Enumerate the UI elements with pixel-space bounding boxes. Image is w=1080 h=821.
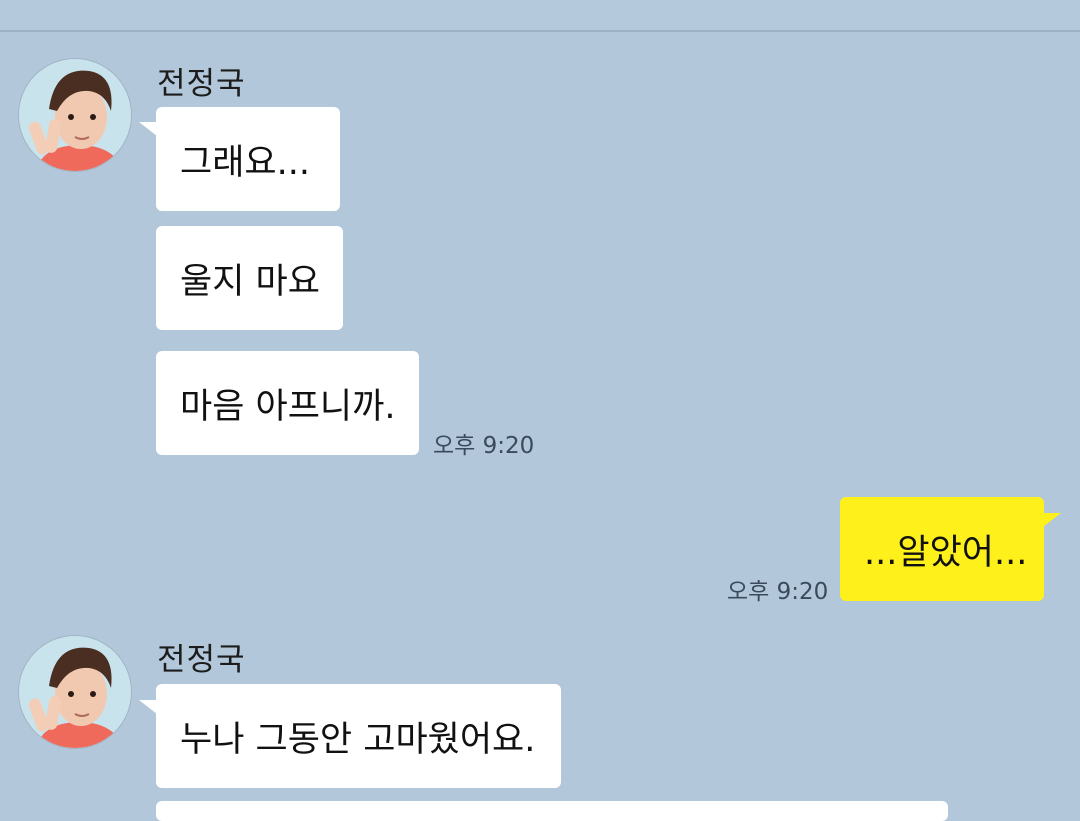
avatar-photo-icon — [19, 636, 131, 748]
message-bubble[interactable]: 누나 그동안 고마웠어요. — [156, 684, 561, 788]
message-bubble[interactable]: 울지 마요 — [156, 226, 343, 330]
top-bar — [0, 0, 1080, 32]
sender-avatar[interactable] — [18, 635, 132, 749]
message-timestamp: 오후 9:20 — [433, 433, 535, 459]
avatar-photo-icon — [19, 59, 131, 171]
bubble-tail — [1043, 513, 1061, 527]
message-timestamp: 오후 9:20 — [727, 579, 829, 605]
message-text: 누나 그동안 고마웠어요. — [180, 719, 536, 760]
message-bubble[interactable]: 마음 아프니까. — [156, 351, 419, 455]
bubble-tail — [139, 122, 157, 136]
sender-avatar[interactable] — [18, 58, 132, 172]
message-bubble-partial[interactable] — [156, 801, 948, 821]
message-text: 마음 아프니까. — [180, 386, 396, 427]
message-bubble[interactable]: 그래요... — [156, 107, 340, 211]
outgoing-message-bubble[interactable]: ...알았어... — [840, 497, 1044, 601]
bubble-tail — [139, 700, 157, 714]
message-text: ...알았어... — [864, 532, 1028, 573]
message-text: 울지 마요 — [180, 261, 320, 302]
message-text: 그래요... — [180, 142, 310, 183]
sender-name: 전정국 — [157, 66, 246, 102]
sender-name: 전정국 — [157, 642, 246, 678]
